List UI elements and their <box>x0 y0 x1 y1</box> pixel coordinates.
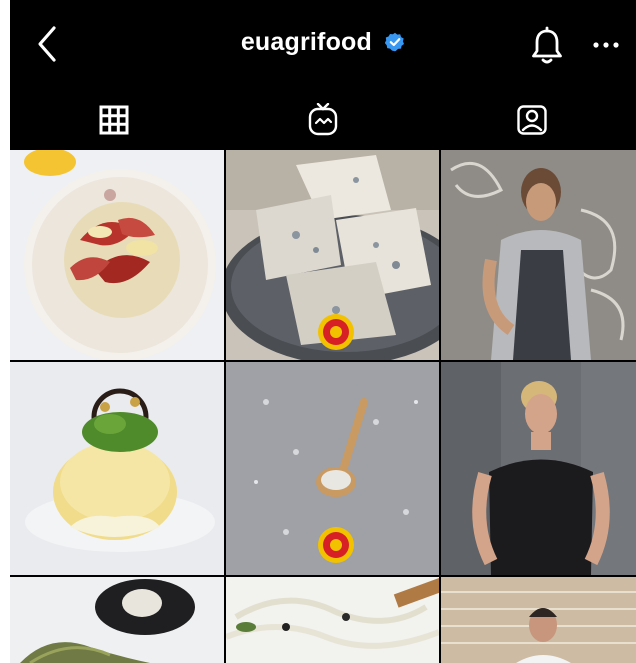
posts-grid <box>10 150 636 663</box>
grid-icon <box>99 105 129 135</box>
profile-username: euagrifood <box>240 27 372 56</box>
tab-igtv[interactable] <box>219 98 427 142</box>
post-thumbnail-7[interactable] <box>10 577 224 663</box>
post-thumbnail-3[interactable] <box>441 150 636 360</box>
chef-portrait-image <box>441 150 636 360</box>
more-options-button[interactable] <box>592 38 620 50</box>
post-thumbnail-9[interactable] <box>441 577 636 663</box>
post-thumbnail-6[interactable] <box>441 362 636 575</box>
profile-tabs <box>10 92 636 150</box>
sauerkraut-image <box>226 577 439 663</box>
tab-tagged[interactable] <box>428 98 636 142</box>
post-thumbnail-4[interactable] <box>10 362 224 575</box>
post-thumbnail-5[interactable] <box>226 362 439 575</box>
post-thumbnail-1[interactable] <box>10 150 224 360</box>
dessert-dish-image <box>10 362 224 575</box>
sea-salt-spoon-image <box>226 362 439 575</box>
notifications-button[interactable] <box>529 26 565 66</box>
verified-badge-icon <box>385 33 405 52</box>
bell-icon <box>532 26 562 64</box>
blue-cheese-image <box>226 150 439 360</box>
tab-grid[interactable] <box>10 98 218 142</box>
igtv-icon <box>308 103 338 136</box>
more-options-icon <box>593 42 619 48</box>
tagged-person-icon <box>517 105 547 135</box>
woman-portrait-image <box>441 362 636 575</box>
bowl-dish-image <box>10 577 224 663</box>
brick-wall-chef-image <box>441 577 636 663</box>
profile-header: euagrifood <box>10 0 636 92</box>
food-plate-image <box>10 150 224 360</box>
post-thumbnail-2[interactable] <box>226 150 439 360</box>
post-thumbnail-8[interactable] <box>226 577 439 663</box>
app-frame: euagrifood <box>10 0 636 663</box>
